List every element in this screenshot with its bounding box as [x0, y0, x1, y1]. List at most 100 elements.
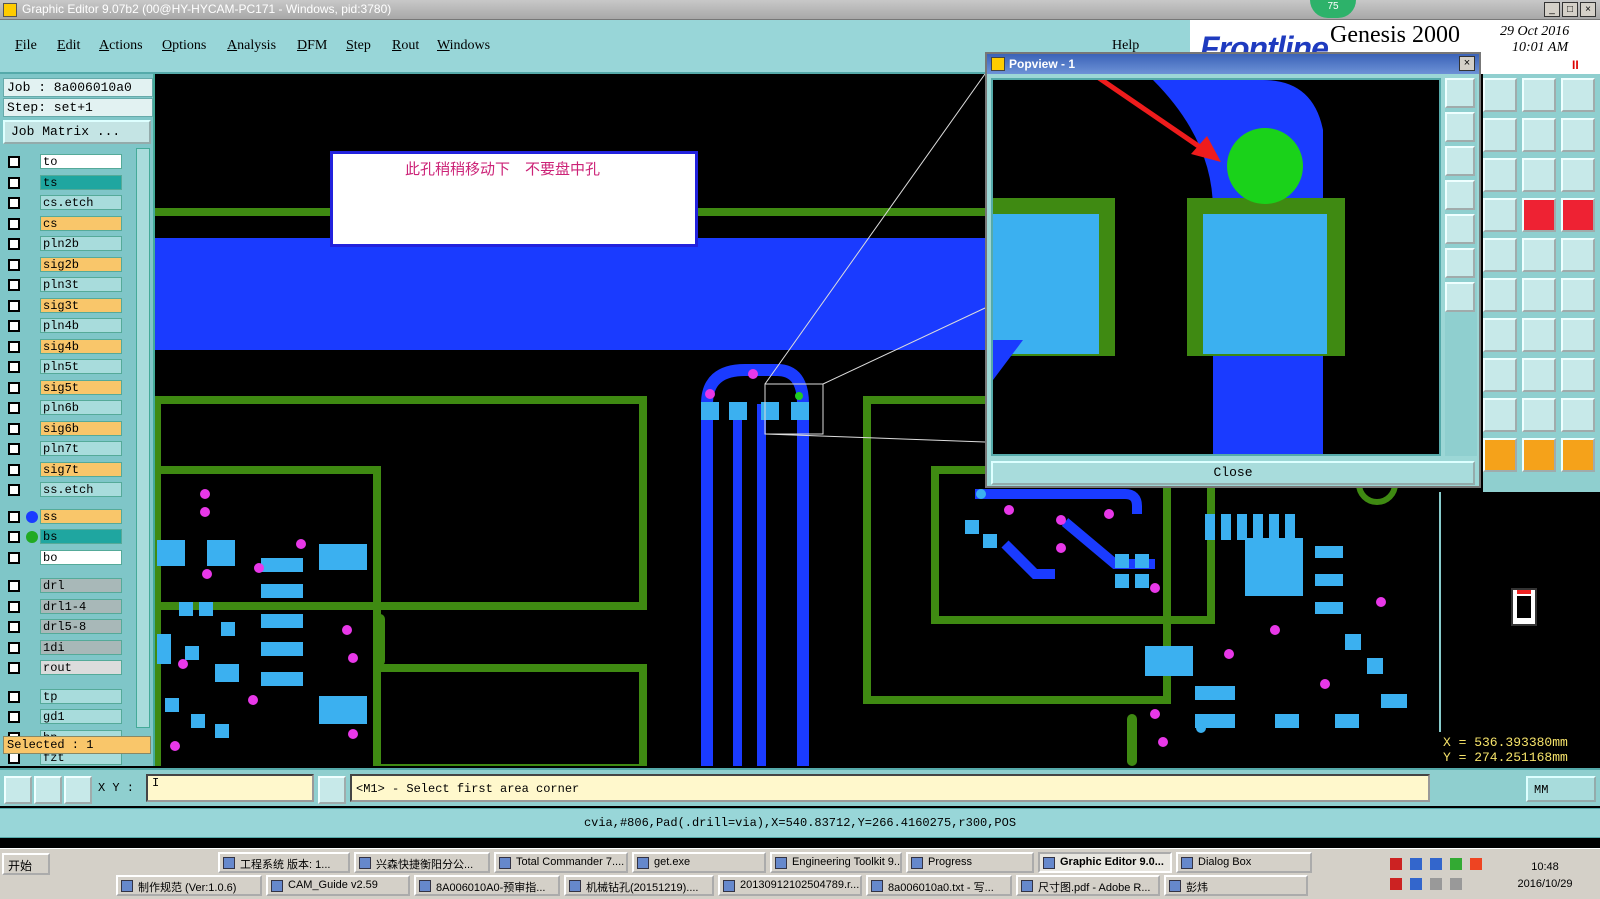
layer-name[interactable]: pln7t: [40, 441, 122, 456]
layer-checkbox[interactable]: [8, 402, 20, 414]
layer-name[interactable]: pln2b: [40, 236, 122, 251]
annotation-note[interactable]: 此孔稍稍移动下 不要盘中孔: [330, 151, 698, 247]
popview-pan-down-icon[interactable]: [1445, 146, 1475, 176]
layer-name[interactable]: rout: [40, 660, 122, 675]
layer-name[interactable]: bs: [40, 529, 122, 544]
layer-name[interactable]: ss: [40, 508, 122, 524]
units-selector[interactable]: MM: [1526, 776, 1596, 802]
taskbar-button[interactable]: 8a006010a0.txt - 写...: [866, 875, 1012, 896]
popview-zoom-view[interactable]: [991, 78, 1441, 456]
taskbar-button[interactable]: 制作规范 (Ver:1.0.6): [116, 875, 262, 896]
layer-row[interactable]: pln6b: [8, 400, 124, 415]
rotate-icon[interactable]: [1522, 118, 1556, 152]
link-icon[interactable]: [1561, 278, 1595, 312]
taskbar-button[interactable]: 工程系统 版本: 1...: [218, 852, 350, 873]
xy-input[interactable]: I: [146, 774, 314, 802]
pointer2-icon[interactable]: [1522, 438, 1556, 472]
menu-actions[interactable]: Actions: [99, 38, 143, 54]
layer-checkbox[interactable]: [8, 361, 20, 373]
angle-icon[interactable]: [34, 776, 62, 804]
layer-name[interactable]: sig4b: [40, 338, 122, 354]
layer-name[interactable]: sig7t: [40, 461, 122, 477]
layer-name[interactable]: sig3t: [40, 297, 122, 313]
tray-icon[interactable]: [1470, 858, 1482, 870]
connect-icon[interactable]: [1522, 278, 1556, 312]
popview-zoom-in-icon[interactable]: [1445, 78, 1475, 108]
layer-checkbox[interactable]: [8, 422, 20, 435]
selected-via[interactable]: [795, 392, 803, 400]
text-a3-icon[interactable]: [1561, 398, 1595, 432]
bluetooth-icon[interactable]: [1430, 858, 1442, 870]
layer-row[interactable]: cs.etch: [8, 195, 124, 210]
popview-fit-icon[interactable]: [1445, 248, 1475, 278]
layer-row[interactable]: sig6b: [8, 420, 124, 436]
job-matrix-button[interactable]: Job Matrix ...: [3, 120, 151, 144]
layer-name[interactable]: sig5t: [40, 379, 122, 395]
popview-pan-left-icon[interactable]: [1445, 180, 1475, 210]
taskbar-button[interactable]: 尺寸图.pdf - Adobe R...: [1016, 875, 1160, 896]
via-target[interactable]: [1227, 128, 1303, 204]
mirror-icon[interactable]: [1561, 318, 1595, 352]
layer-name[interactable]: 1di: [40, 639, 122, 655]
layer-checkbox[interactable]: [8, 299, 20, 312]
layer-row[interactable]: tp: [8, 688, 124, 704]
draw-line-icon[interactable]: [4, 776, 32, 804]
menu-dfm[interactable]: DFM: [297, 38, 327, 54]
grid-icon[interactable]: [64, 776, 92, 804]
layer-row[interactable]: pln4b: [8, 318, 124, 333]
menu-windows[interactable]: Windows: [437, 38, 490, 54]
dimension-icon[interactable]: [1522, 358, 1556, 392]
layer-row[interactable]: drl1-4: [8, 598, 124, 614]
layer-row[interactable]: to: [8, 154, 124, 169]
layer-row[interactable]: gd1: [8, 709, 124, 724]
layout-icon[interactable]: [1561, 78, 1595, 112]
layer-checkbox[interactable]: [8, 510, 20, 523]
layer-checkbox[interactable]: [8, 641, 20, 654]
popview-close-button[interactable]: Close: [991, 461, 1475, 485]
volume-icon[interactable]: [1450, 878, 1462, 890]
layer-checkbox[interactable]: [8, 197, 20, 209]
layer-checkbox[interactable]: [8, 238, 20, 250]
layer-checkbox[interactable]: [8, 258, 20, 271]
popview-center-icon[interactable]: [1445, 282, 1475, 312]
layer-row[interactable]: rout: [8, 660, 124, 675]
layer-name[interactable]: to: [40, 154, 122, 169]
layer-row[interactable]: pln7t: [8, 441, 124, 456]
layer-name[interactable]: bo: [40, 549, 122, 565]
taskbar-button[interactable]: Graphic Editor 9.0...: [1038, 852, 1172, 873]
popview-window[interactable]: Popview - 1 × Close: [985, 52, 1481, 488]
measure-icon[interactable]: [1483, 198, 1517, 232]
layer-checkbox[interactable]: [8, 176, 20, 189]
layer-checkbox[interactable]: [8, 690, 20, 703]
layer-checkbox[interactable]: [8, 320, 20, 332]
tray-icon[interactable]: [1390, 878, 1402, 890]
popview-pan-right-icon[interactable]: [1445, 214, 1475, 244]
help-icon[interactable]: [1561, 158, 1595, 192]
layer-row[interactable]: sig2b: [8, 256, 124, 272]
layer-row[interactable]: ts: [8, 174, 124, 190]
layer-row[interactable]: pln3t: [8, 277, 124, 292]
save-icon[interactable]: [1483, 78, 1517, 112]
layer-name[interactable]: sig6b: [40, 420, 122, 436]
layer-checkbox[interactable]: [8, 621, 20, 633]
layer-name[interactable]: drl: [40, 578, 122, 593]
layer-row[interactable]: bs: [8, 529, 124, 544]
layer-name[interactable]: cs.etch: [40, 195, 122, 210]
network-icon[interactable]: [1430, 878, 1442, 890]
tray-icon[interactable]: [1450, 858, 1462, 870]
taskbar-button[interactable]: 机械钻孔(20151219)....: [564, 875, 714, 896]
maximize-button[interactable]: □: [1562, 2, 1578, 17]
tray-icon[interactable]: [1410, 858, 1422, 870]
layer-checkbox[interactable]: [8, 217, 20, 230]
layer-checkbox[interactable]: [8, 443, 20, 455]
line-icon[interactable]: [1483, 318, 1517, 352]
layer-name[interactable]: drl5-8: [40, 619, 122, 634]
exclamation-icon[interactable]: [318, 776, 346, 804]
layer-checkbox[interactable]: [8, 484, 20, 496]
layer-name[interactable]: pln5t: [40, 359, 122, 374]
taskbar-button[interactable]: Total Commander 7....: [494, 852, 628, 873]
menu-options[interactable]: Options: [162, 38, 206, 54]
taskbar-clock[interactable]: 10:48 2016/10/29: [1510, 859, 1580, 893]
layer-row[interactable]: sig3t: [8, 297, 124, 313]
popview-close-icon[interactable]: ×: [1459, 56, 1475, 71]
